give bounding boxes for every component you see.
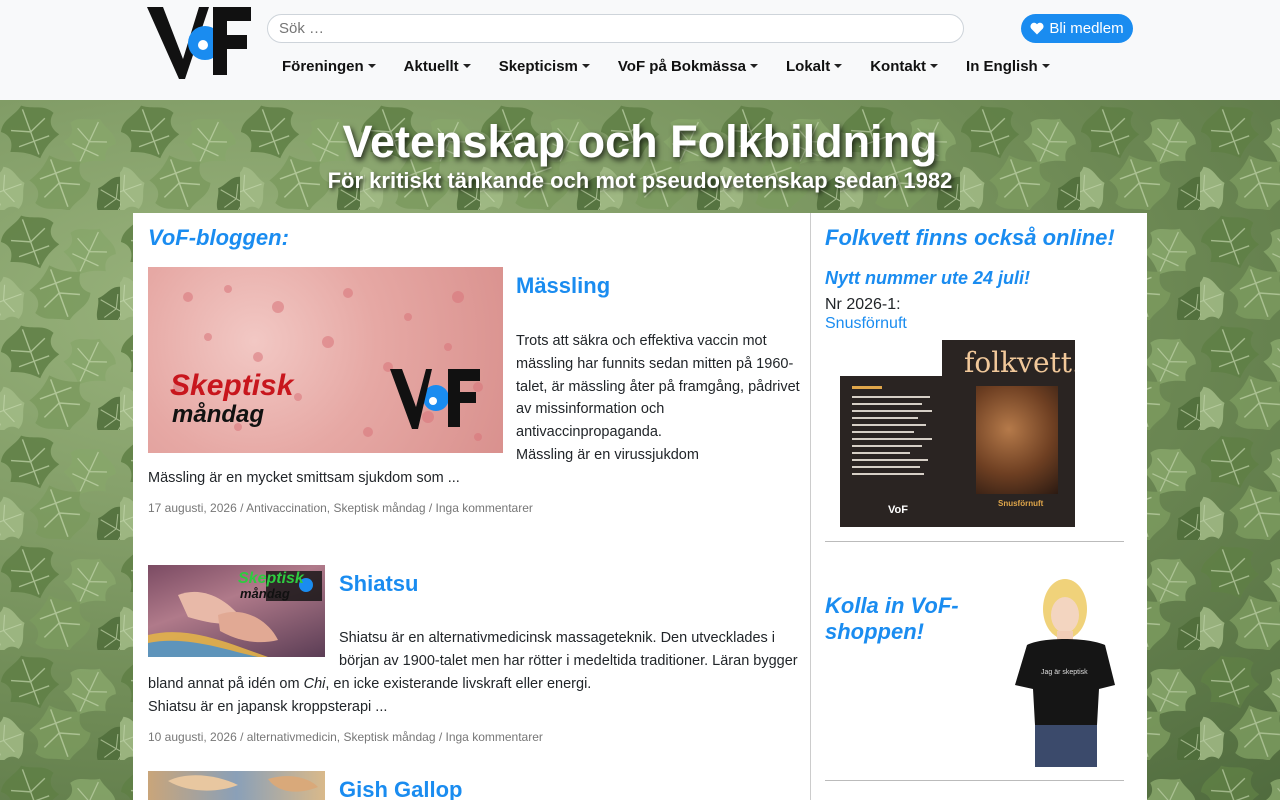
- excerpt-line: av missinformation och: [516, 401, 665, 418]
- excerpt-line: Mässling är en mycket smittsam sjukdom s…: [148, 470, 460, 486]
- caret-down-icon: [930, 64, 939, 68]
- caret-down-icon: [581, 64, 590, 68]
- heart-icon: [1030, 22, 1044, 35]
- divider: [825, 541, 1124, 542]
- excerpt-text: bland annat på idén om: [148, 676, 304, 692]
- nav-item-kontakt[interactable]: Kontakt: [856, 56, 952, 76]
- cover-brand: VoF: [888, 504, 908, 516]
- nav-label: Kontakt: [870, 57, 927, 75]
- folkvett-heading: Folkvett finns också online!: [825, 225, 1115, 250]
- caret-down-icon: [750, 64, 759, 68]
- mandag-badge: måndag: [172, 401, 265, 428]
- excerpt-line: Trots att säkra och effektiva vaccin mot: [516, 333, 767, 349]
- blog-heading[interactable]: VoF-bloggen:: [148, 225, 289, 251]
- nav-label: VoF på Bokmässa: [617, 57, 747, 75]
- painting-image: [168, 775, 318, 792]
- divider: [825, 780, 1124, 781]
- caret-down-icon: [1041, 64, 1050, 68]
- caret-down-icon: [834, 64, 843, 68]
- excerpt-line: talet, är mässling åter på framgång, påd…: [516, 378, 800, 395]
- nav-item-lokalt[interactable]: Lokalt: [772, 56, 856, 76]
- issue-link[interactable]: Snusförnuft: [825, 315, 907, 333]
- excerpt-emphasis: Chi: [303, 676, 326, 692]
- excerpt-line: Mässling är en virussjukdom: [516, 446, 699, 463]
- nav-label: Lokalt: [786, 57, 831, 75]
- post-title[interactable]: Shiatsu: [339, 571, 418, 597]
- post-excerpt: Shiatsu är en alternativmedicinsk massag…: [339, 627, 809, 673]
- issue-number: Nr 2026-1:: [825, 296, 901, 313]
- post-thumbnail[interactable]: [148, 771, 325, 800]
- nav-item-skepticism[interactable]: Skepticism: [485, 56, 604, 76]
- join-button[interactable]: Bli medlem: [1021, 14, 1133, 43]
- nav-label: In English: [966, 57, 1038, 75]
- nav-label: Skepticism: [498, 57, 578, 75]
- cover-title: folkvett.: [964, 346, 1075, 379]
- excerpt-line: antivaccinpropaganda.: [516, 424, 662, 441]
- nav-item-foreningen[interactable]: Föreningen: [268, 56, 390, 76]
- mandag-badge: måndag: [240, 586, 290, 601]
- post-thumbnail[interactable]: Skeptisk måndag: [148, 267, 503, 453]
- site-title: Vetenskap och Folkbildning: [342, 116, 938, 167]
- search-input[interactable]: [267, 14, 964, 43]
- nav-label: Aktuellt: [403, 57, 459, 75]
- excerpt-line: början av 1900-talet men har rötter i me…: [339, 652, 798, 669]
- post-title[interactable]: Gish Gallop: [339, 777, 462, 800]
- post-title[interactable]: Mässling: [516, 273, 610, 299]
- sidebar: Folkvett finns också online! Nytt nummer…: [811, 213, 1147, 800]
- folkvett-cover[interactable]: VoF folkvett. Snusförnuft: [840, 340, 1075, 527]
- shop-tshirt-image[interactable]: Jag är skeptisk: [1007, 575, 1119, 767]
- post-meta[interactable]: 17 augusti, 2026 / Antivaccination, Skep…: [148, 501, 533, 515]
- main-nav: Föreningen Aktuellt Skepticism VoF på Bo…: [268, 56, 1064, 76]
- blog-column: VoF-bloggen: Skeptisk måndag Mässling Tr…: [133, 213, 810, 800]
- skeptisk-badge: Skeptisk: [170, 369, 294, 402]
- cover-painting: [976, 386, 1058, 494]
- new-issue-heading: Nytt nummer ute 24 juli!: [825, 268, 1031, 288]
- post-meta[interactable]: 10 augusti, 2026 / alternativmedicin, Sk…: [148, 730, 543, 744]
- nav-item-in-english[interactable]: In English: [952, 56, 1064, 76]
- excerpt-text: , en icke existerande livskraft eller en…: [325, 676, 592, 692]
- nav-item-bokmassa[interactable]: VoF på Bokmässa: [604, 56, 772, 76]
- caret-down-icon: [367, 64, 376, 68]
- vof-logo[interactable]: [147, 7, 251, 79]
- shop-heading[interactable]: Kolla in VoF-shoppen!: [825, 593, 985, 645]
- nav-label: Föreningen: [282, 57, 364, 75]
- post-thumbnail[interactable]: Skeptisk måndag: [148, 565, 325, 657]
- excerpt-line: Shiatsu är en japansk kroppsterapi ...: [148, 699, 388, 715]
- caret-down-icon: [462, 64, 471, 68]
- post-excerpt: Trots att säkra och effektiva vaccin mot…: [516, 330, 806, 467]
- nav-item-aktuellt[interactable]: Aktuellt: [390, 56, 485, 76]
- site-tagline: För kritiskt tänkande och mot pseudovete…: [327, 168, 953, 193]
- tshirt-text: Jag är skeptisk: [1041, 669, 1088, 676]
- top-header: Bli medlem Föreningen Aktuellt Skepticis…: [0, 0, 1280, 100]
- excerpt-line: bland annat på idén om Chi, en icke exis…: [148, 673, 591, 696]
- excerpt-line: Shiatsu är en alternativmedicinsk massag…: [339, 630, 776, 646]
- excerpt-line: mässling har funnits sedan mitten på 196…: [516, 355, 794, 372]
- join-button-label: Bli medlem: [1049, 20, 1124, 37]
- skeptisk-badge: Skeptisk: [238, 570, 304, 587]
- cover-theme: Snusförnuft: [998, 499, 1044, 508]
